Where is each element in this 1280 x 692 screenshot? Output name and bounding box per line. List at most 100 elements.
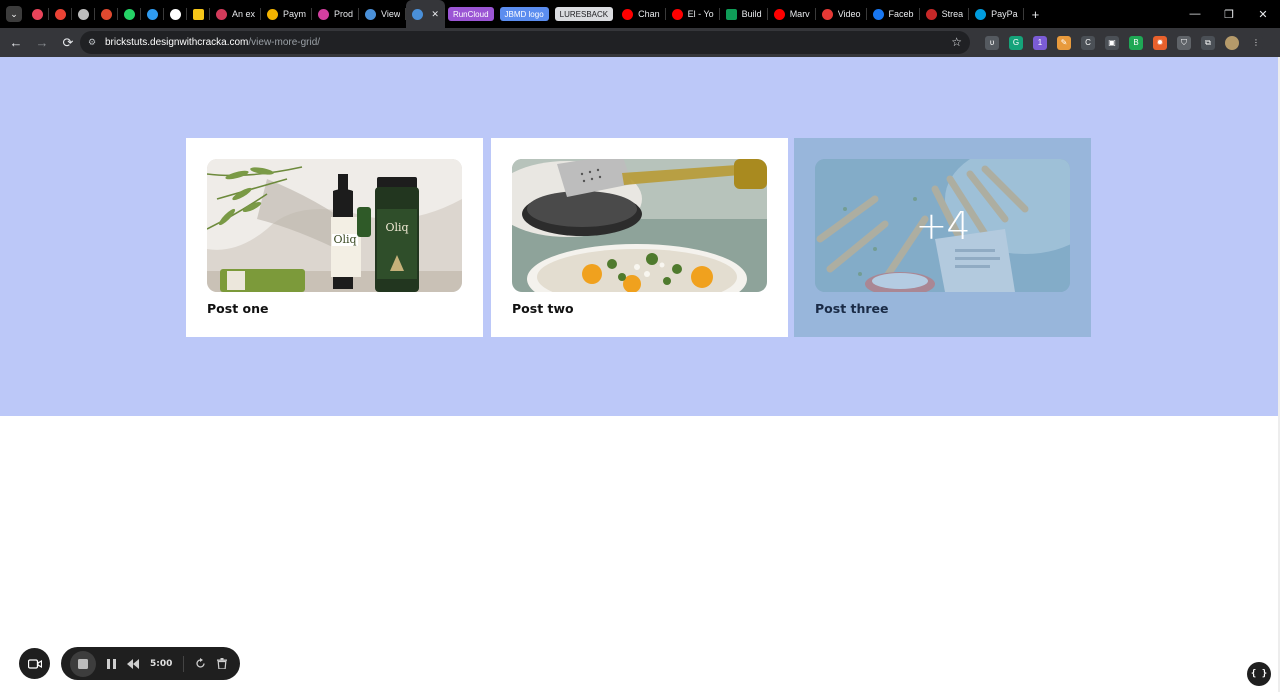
wordpress-icon xyxy=(412,8,424,20)
youtube-icon xyxy=(671,8,683,20)
stop-recording-button[interactable] xyxy=(70,650,96,677)
tab[interactable]: Chan xyxy=(616,0,666,28)
tab[interactable]: Build xyxy=(720,0,768,28)
bookmark-pill[interactable]: RunCloud xyxy=(447,7,494,21)
stop-icon xyxy=(78,658,88,669)
tab-active[interactable]: ✕ xyxy=(406,0,445,28)
tab-label: View xyxy=(381,9,401,19)
green-ext-icon[interactable]: B xyxy=(1129,35,1143,50)
olive-oil-bottles-image[interactable]: Oliq Oliq xyxy=(207,159,462,292)
openai-icon xyxy=(78,8,89,20)
reload-button[interactable]: ⟳ xyxy=(56,31,80,55)
tab-label: An ex xyxy=(232,9,256,19)
code-badge-button[interactable]: { } xyxy=(1247,662,1271,686)
tab[interactable]: El - Yo xyxy=(666,0,720,28)
tab-label: Prod xyxy=(334,9,354,19)
tab[interactable] xyxy=(141,0,164,28)
asterisk-icon xyxy=(101,8,112,20)
tab-label: Chan xyxy=(638,9,660,19)
more-count-label[interactable]: +4 xyxy=(815,159,1070,292)
drive-icon xyxy=(267,8,279,20)
youtube-icon xyxy=(773,8,785,20)
restart-icon[interactable] xyxy=(195,658,206,669)
tab[interactable]: View xyxy=(359,0,407,28)
tab[interactable]: PayPa xyxy=(969,0,1024,28)
grilled-skewers-image[interactable]: +4 xyxy=(815,159,1070,292)
tab[interactable]: Faceb xyxy=(867,0,920,28)
grammarly-icon[interactable]: G xyxy=(1009,35,1023,50)
minimize-button[interactable]: — xyxy=(1178,0,1212,28)
gmail-icon xyxy=(55,8,66,20)
url-host: brickstuts.designwithcracka.com xyxy=(105,37,249,48)
bookmark-pill[interactable]: LURESBACK xyxy=(554,7,614,21)
tab-label: Strea xyxy=(941,9,964,19)
tab[interactable] xyxy=(164,0,187,28)
circle-icon xyxy=(318,8,330,20)
trash-icon[interactable] xyxy=(217,658,228,669)
salad-bowl-illustration xyxy=(512,159,767,292)
recording-timer: 5:00 xyxy=(150,658,173,669)
tab[interactable] xyxy=(49,0,72,28)
browser-toolbar: ← → ⟳ ⚙ brickstuts.designwithcracka.com/… xyxy=(0,28,1280,57)
extensions-puzzle-icon[interactable]: ⧉ xyxy=(1201,35,1215,50)
puzzle-badge-icon[interactable]: 1 xyxy=(1033,35,1047,50)
bookmark-star-icon[interactable]: ☆ xyxy=(951,35,962,49)
tab[interactable] xyxy=(95,0,118,28)
facebook-icon xyxy=(872,8,884,20)
refresh-ext-icon[interactable]: C xyxy=(1081,35,1095,50)
tab-label: PayPa xyxy=(991,9,1018,19)
tab-label: Video xyxy=(837,9,861,19)
screenshot-icon[interactable]: ▣ xyxy=(1105,35,1119,50)
video-icon xyxy=(821,8,833,20)
tab[interactable]: Marv xyxy=(768,0,816,28)
close-window-button[interactable]: ✕ xyxy=(1246,0,1280,28)
site-info-icon[interactable]: ⚙ xyxy=(88,37,100,48)
recording-controls: 5:00 xyxy=(61,647,240,680)
new-tab-button[interactable]: + xyxy=(1032,7,1040,22)
extension-1-icon[interactable]: υ xyxy=(985,35,999,50)
post-card[interactable]: Post two xyxy=(491,138,788,337)
post-card[interactable]: Oliq Oliq Post one xyxy=(186,138,483,337)
tab[interactable] xyxy=(26,0,49,28)
github-icon xyxy=(170,8,181,20)
close-tab-icon[interactable]: ✕ xyxy=(431,9,439,20)
page-content: Oliq Oliq Post one Post two +4 Post thre… xyxy=(0,57,1280,692)
h-icon xyxy=(216,8,227,20)
forward-button[interactable]: → xyxy=(30,31,54,55)
vscode-icon xyxy=(147,8,158,20)
tab[interactable]: Video xyxy=(816,0,867,28)
back-button[interactable]: ← xyxy=(4,31,28,55)
rewind-icon[interactable] xyxy=(127,658,139,669)
tab[interactable]: An ex xyxy=(210,0,262,28)
post-title[interactable]: Post three xyxy=(815,301,889,316)
post-title[interactable]: Post one xyxy=(207,301,268,316)
shield-icon[interactable]: ⛉ xyxy=(1177,35,1191,50)
profile-avatar-icon[interactable] xyxy=(1225,35,1239,50)
tab-search-chevron-icon[interactable]: ⌄ xyxy=(6,6,22,22)
tab-label: Faceb xyxy=(888,9,914,19)
salad-bowl-image[interactable] xyxy=(512,159,767,292)
address-bar[interactable]: ⚙ brickstuts.designwithcracka.com/view-m… xyxy=(80,31,970,54)
pause-icon[interactable] xyxy=(107,658,116,669)
bookmark-icon xyxy=(193,8,204,20)
orange-ext-icon[interactable]: ✹ xyxy=(1153,35,1167,50)
url-path: /view-more-grid/ xyxy=(248,37,321,48)
browser-tab-strip: ⌄ An ex Paym Prod View ✕ RunCloud JBMD logo LUR… xyxy=(0,0,1280,28)
wordpress-icon xyxy=(365,8,377,20)
tab-label: Build xyxy=(741,9,762,19)
url-text[interactable]: brickstuts.designwithcracka.com/view-mor… xyxy=(105,37,320,48)
posts-section: Oliq Oliq Post one Post two +4 Post thre… xyxy=(0,57,1278,416)
tab[interactable]: Strea xyxy=(920,0,970,28)
tab[interactable] xyxy=(118,0,141,28)
tab[interactable]: Prod xyxy=(312,0,360,28)
pencil-icon[interactable]: ✎ xyxy=(1057,35,1071,50)
tab[interactable] xyxy=(187,0,210,28)
tab[interactable] xyxy=(72,0,95,28)
bookmark-pill[interactable]: JBMD logo xyxy=(499,7,549,21)
camera-toggle-button[interactable] xyxy=(19,648,50,679)
menu-kebab-icon[interactable]: ⋮ xyxy=(1249,35,1263,50)
restore-button[interactable]: ❐ xyxy=(1212,0,1246,28)
tab[interactable]: Paym xyxy=(261,0,313,28)
post-title[interactable]: Post two xyxy=(512,301,574,316)
post-card-view-more[interactable]: +4 Post three xyxy=(794,138,1091,337)
